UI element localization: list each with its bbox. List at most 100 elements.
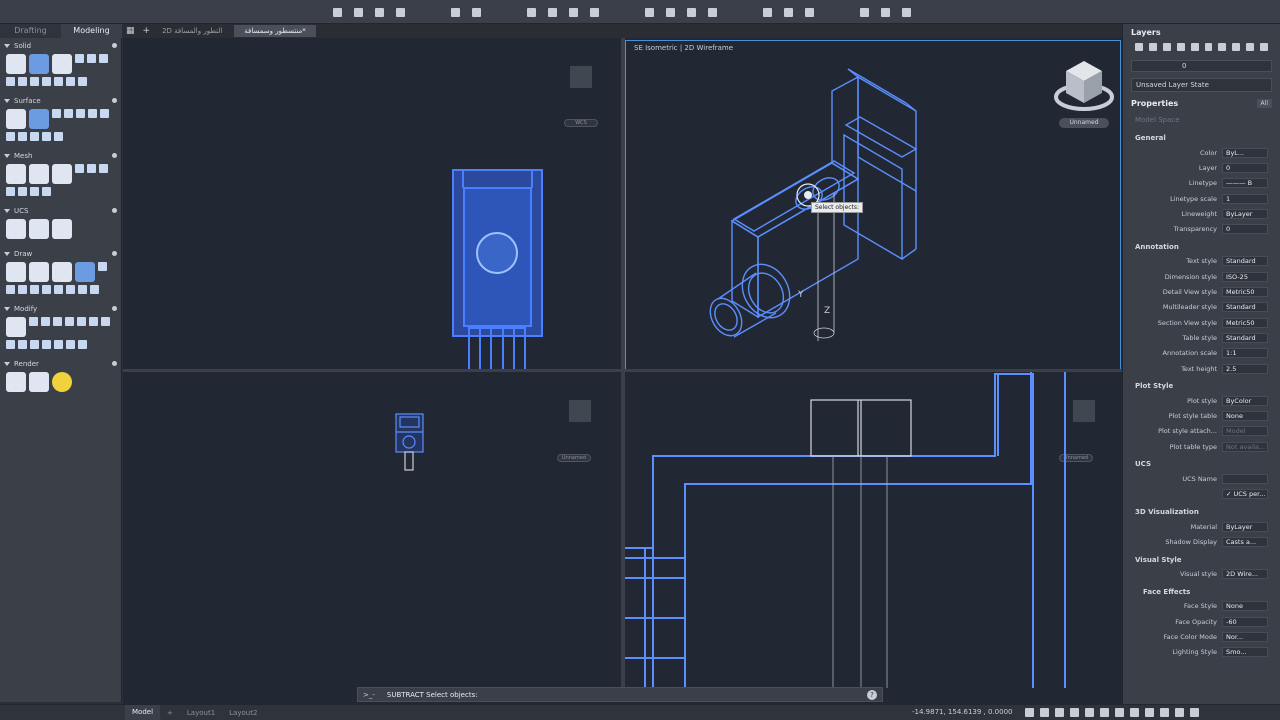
property-value[interactable]: 2.5 xyxy=(1222,363,1268,374)
collapse-icon[interactable] xyxy=(4,361,10,366)
viewport-se-isometric[interactable]: SE Isometric | 2D Wireframe Unnamed Y Z … xyxy=(625,40,1121,370)
property-group-3d-visualization[interactable]: 3D Visualization xyxy=(1123,502,1280,519)
mesh-tool-icon[interactable] xyxy=(75,164,84,173)
tab-modeling[interactable]: Modeling xyxy=(61,24,122,38)
customize-icon[interactable] xyxy=(1190,708,1199,717)
collapse-icon[interactable] xyxy=(4,43,10,48)
modify-tool-icon[interactable] xyxy=(6,340,15,349)
snap-icon[interactable] xyxy=(1040,708,1049,717)
surface-tool-icon[interactable] xyxy=(88,109,97,118)
new-tab-icon[interactable]: + xyxy=(143,26,151,36)
surface-tool-icon[interactable] xyxy=(54,132,63,141)
block-icon[interactable] xyxy=(663,5,678,19)
draw-tool-icon[interactable] xyxy=(66,285,75,294)
collapse-icon[interactable] xyxy=(4,306,10,311)
cut-icon[interactable] xyxy=(545,5,560,19)
property-value[interactable]: Model xyxy=(1222,426,1268,437)
modify-tool-icon[interactable] xyxy=(30,340,39,349)
ucs-3point-icon[interactable] xyxy=(52,219,72,239)
viewport-bottom-left[interactable]: Unnamed xyxy=(123,372,621,688)
layer-tool-icon[interactable] xyxy=(1190,43,1199,51)
draw-tool-icon[interactable] xyxy=(6,285,15,294)
new-layer-icon[interactable] xyxy=(1135,43,1143,51)
property-value[interactable]: ISO-25 xyxy=(1222,271,1268,282)
box-icon[interactable] xyxy=(6,54,26,74)
new-file-icon[interactable] xyxy=(330,5,345,19)
surface-tool-icon[interactable] xyxy=(42,132,51,141)
solid-tool-icon[interactable] xyxy=(99,54,108,63)
solid-tool-icon[interactable] xyxy=(18,77,27,86)
property-value[interactable]: None xyxy=(1222,411,1268,422)
property-value[interactable]: ByL... xyxy=(1222,147,1268,158)
layer-tool-icon[interactable] xyxy=(1204,43,1213,51)
add-layout-button[interactable]: + xyxy=(160,709,180,717)
property-value[interactable]: Standard xyxy=(1222,302,1268,313)
property-value[interactable]: ByLayer xyxy=(1222,521,1268,532)
select-icon[interactable] xyxy=(760,5,775,19)
property-value[interactable]: Smo... xyxy=(1222,647,1268,658)
property-value[interactable]: None xyxy=(1222,601,1268,612)
mesh-tool-icon[interactable] xyxy=(87,164,96,173)
property-value[interactable]: Standard xyxy=(1222,256,1268,267)
modify-tool-icon[interactable] xyxy=(41,317,50,326)
property-value[interactable]: Standard xyxy=(1222,332,1268,343)
section-dot-icon[interactable] xyxy=(112,361,117,366)
solid-tool-icon[interactable] xyxy=(66,77,75,86)
modify-tool-icon[interactable] xyxy=(101,317,110,326)
solid-tool-icon[interactable] xyxy=(54,77,63,86)
surface-tool-icon[interactable] xyxy=(76,109,85,118)
property-group-face-effects[interactable]: Face Effects xyxy=(1123,582,1280,599)
collapse-icon[interactable] xyxy=(4,208,10,213)
light-bulb-icon[interactable] xyxy=(52,372,72,392)
polyline-icon[interactable] xyxy=(6,262,26,282)
lineweight-icon[interactable] xyxy=(1115,708,1124,717)
move-gizmo-icon[interactable] xyxy=(6,317,26,337)
save-icon[interactable] xyxy=(372,5,387,19)
modify-tool-icon[interactable] xyxy=(66,340,75,349)
layer-tool-icon[interactable] xyxy=(1232,43,1241,51)
match-properties-icon[interactable] xyxy=(642,5,657,19)
property-value[interactable] xyxy=(1222,473,1268,484)
section-dot-icon[interactable] xyxy=(112,306,117,311)
modify-tool-icon[interactable] xyxy=(89,317,98,326)
property-value[interactable]: 0 xyxy=(1222,162,1268,173)
orbit-icon[interactable] xyxy=(802,5,817,19)
solid-tool-icon[interactable] xyxy=(30,77,39,86)
polar-icon[interactable] xyxy=(1070,708,1079,717)
tab-model[interactable]: Model xyxy=(125,705,161,720)
mesh-smooth-icon[interactable] xyxy=(29,164,49,184)
pan-icon[interactable] xyxy=(781,5,796,19)
render-icon[interactable] xyxy=(6,372,26,392)
property-value[interactable]: 2D Wire... xyxy=(1222,569,1268,580)
document-tab-active[interactable]: منتسطور وسمسافة* xyxy=(234,25,316,37)
workspace-icon[interactable] xyxy=(1175,708,1184,717)
solid-tool-icon[interactable] xyxy=(87,54,96,63)
modify-tool-icon[interactable] xyxy=(78,340,87,349)
isometric-model[interactable]: Y Z xyxy=(626,41,1121,370)
undo-icon[interactable] xyxy=(448,5,463,19)
property-group-annotation[interactable]: Annotation xyxy=(1123,237,1280,254)
modify-tool-icon[interactable] xyxy=(18,340,27,349)
layer-tool-icon[interactable] xyxy=(1162,43,1171,51)
mesh-tool-icon[interactable] xyxy=(30,187,39,196)
document-tab[interactable]: 2D التطور والمسافة xyxy=(158,27,226,35)
redo-icon[interactable] xyxy=(469,5,484,19)
surface-tool-icon[interactable] xyxy=(100,109,109,118)
viewport-divider[interactable] xyxy=(621,38,625,688)
surface-tool-icon[interactable] xyxy=(52,109,61,118)
property-group-plot-style[interactable]: Plot Style xyxy=(1123,376,1280,393)
mesh-tool-icon[interactable] xyxy=(18,187,27,196)
section-dot-icon[interactable] xyxy=(112,251,117,256)
layer-tool-icon[interactable] xyxy=(1218,43,1227,51)
surface-tool-icon[interactable] xyxy=(6,132,15,141)
snap-icon[interactable] xyxy=(878,5,893,19)
part-drawing-small[interactable] xyxy=(123,372,621,688)
draw-tool-icon[interactable] xyxy=(18,285,27,294)
layer-tool-icon[interactable] xyxy=(1176,43,1185,51)
property-value[interactable]: Nor... xyxy=(1222,632,1268,643)
property-group-visual-style[interactable]: Visual Style xyxy=(1123,550,1280,567)
material-icon[interactable] xyxy=(29,372,49,392)
property-value[interactable]: Metric50 xyxy=(1222,317,1268,328)
osnap-icon[interactable] xyxy=(899,5,914,19)
ucs-origin-icon[interactable] xyxy=(29,219,49,239)
